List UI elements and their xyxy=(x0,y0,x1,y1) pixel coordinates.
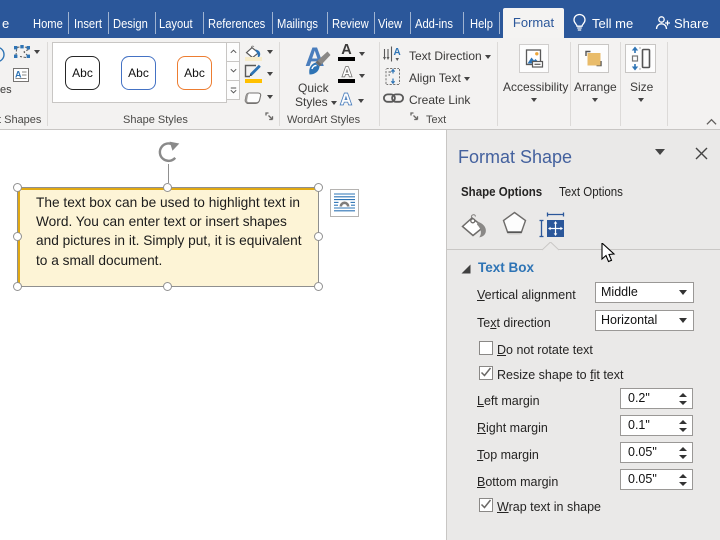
svg-text:A: A xyxy=(342,65,352,78)
svg-text:A: A xyxy=(340,92,351,107)
svg-text:A: A xyxy=(394,47,401,58)
